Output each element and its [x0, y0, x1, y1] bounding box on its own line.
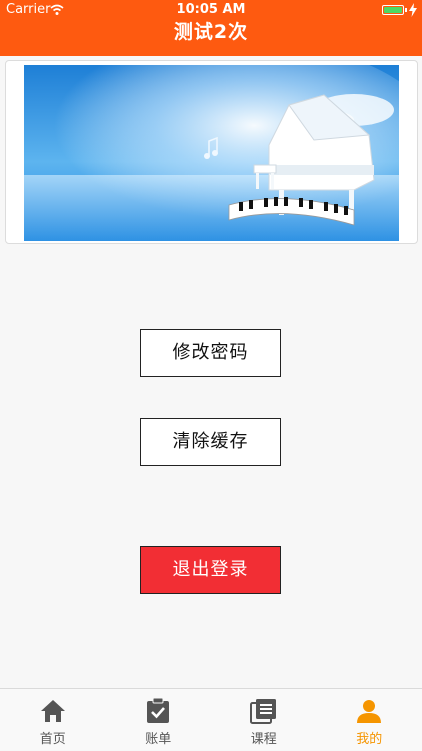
battery-icon [382, 5, 404, 15]
banner-card [5, 60, 418, 244]
charging-icon [409, 3, 417, 17]
tab-mine-label: 我的 [317, 728, 422, 747]
clipboard-check-icon [144, 698, 172, 724]
user-icon [355, 698, 383, 724]
change-password-button[interactable]: 修改密码 [140, 329, 281, 377]
tab-courses-label: 课程 [211, 728, 317, 747]
course-list-icon [250, 698, 278, 724]
tab-courses[interactable]: 课程 [211, 689, 317, 751]
nav-header: Carrier 10:05 AM 测试2次 [0, 0, 422, 56]
page-title: 测试2次 [0, 17, 422, 44]
tab-home-label: 首页 [0, 728, 106, 747]
tab-home[interactable]: 首页 [0, 689, 106, 751]
tab-bar: 首页 账单 课程 我的 [0, 688, 422, 750]
tab-bills[interactable]: 账单 [106, 689, 212, 751]
tab-bills-label: 账单 [106, 728, 212, 747]
logout-button[interactable]: 退出登录 [140, 546, 281, 594]
home-icon [39, 698, 67, 724]
clear-cache-button[interactable]: 清除缓存 [140, 418, 281, 466]
tab-mine[interactable]: 我的 [317, 689, 422, 751]
piano-banner-image [24, 65, 399, 241]
battery-cap [405, 8, 407, 12]
